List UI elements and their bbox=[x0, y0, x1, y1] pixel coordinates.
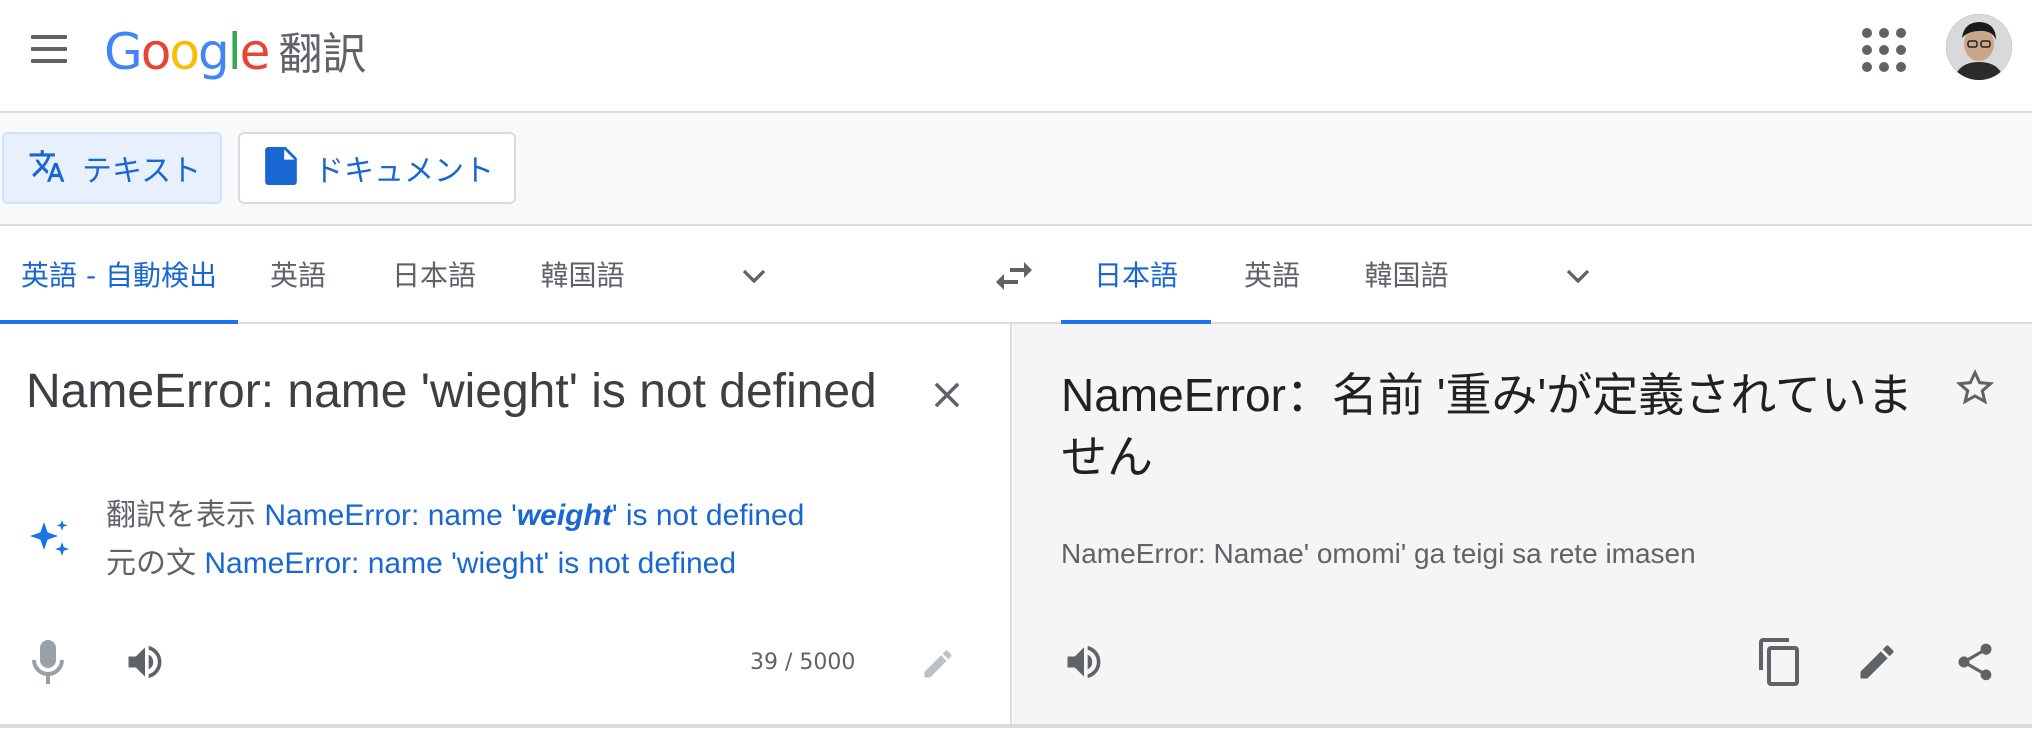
logo-letter: g bbox=[197, 23, 230, 81]
logo-letter: e bbox=[239, 23, 271, 81]
sparkle-icon bbox=[26, 516, 74, 564]
suggestion-pre: NameError: name ' bbox=[264, 499, 517, 532]
logo-letter: l bbox=[227, 23, 242, 81]
translation-output: NameError：名前 '重み'が定義されていません bbox=[1061, 369, 1913, 483]
source-lang-tab-detect[interactable]: 英語 - 自動検出 bbox=[0, 226, 238, 324]
target-lang-tab-japanese[interactable]: 日本語 bbox=[1061, 226, 1211, 324]
logo-letter: G bbox=[104, 23, 143, 81]
google-translate-logo[interactable]: G o o g l e 翻訳 bbox=[104, 18, 366, 81]
document-icon bbox=[264, 147, 298, 189]
product-name: 翻訳 bbox=[278, 29, 367, 80]
top-app-bar: G o o g l e 翻訳 bbox=[0, 0, 2032, 113]
target-lang-tab-english[interactable]: 英語 bbox=[1222, 226, 1322, 322]
menu-icon[interactable] bbox=[28, 30, 72, 70]
text-mode-button[interactable]: テキスト bbox=[2, 132, 222, 204]
original-text-link[interactable]: NameError: name 'wieght' is not defined bbox=[204, 547, 736, 580]
spelling-suggestion: 翻訳を表示 NameError: name 'weight' is not de… bbox=[106, 492, 804, 588]
copy-translation-icon[interactable] bbox=[1759, 638, 1801, 686]
target-lang-tab-korean[interactable]: 韓国語 bbox=[1344, 226, 1469, 322]
source-lang-more-chevron-icon[interactable] bbox=[734, 256, 774, 296]
logo-letter: o bbox=[169, 23, 200, 81]
transliteration-text: NameError: Namae' omomi' ga teigi sa ret… bbox=[1061, 538, 1696, 569]
microphone-icon[interactable] bbox=[30, 638, 66, 686]
edit-translation-pencil-icon[interactable] bbox=[1855, 640, 1899, 684]
clear-text-icon[interactable] bbox=[928, 376, 966, 414]
user-avatar[interactable] bbox=[1946, 14, 2012, 80]
suggestion-prefix: 翻訳を表示 bbox=[106, 499, 256, 532]
bottom-divider bbox=[0, 724, 2032, 728]
apps-grid-icon[interactable] bbox=[1862, 28, 1906, 72]
source-lang-tab-korean[interactable]: 韓国語 bbox=[520, 226, 645, 322]
suggestion-link[interactable]: NameError: name 'weight' is not defined bbox=[264, 499, 804, 532]
language-bar: 英語 - 自動検出 英語 日本語 韓国語 日本語 英語 韓国語 bbox=[0, 226, 2032, 324]
share-icon[interactable] bbox=[1953, 640, 1997, 684]
listen-translation-speaker-icon[interactable] bbox=[1061, 640, 1107, 684]
source-text-input[interactable]: NameError: name 'wieght' is not defined bbox=[26, 364, 906, 419]
suggestion-bold: weight bbox=[516, 499, 612, 532]
source-lang-tab-english[interactable]: 英語 bbox=[248, 226, 348, 322]
text-mode-label: テキスト bbox=[82, 154, 202, 189]
listen-source-speaker-icon[interactable] bbox=[122, 640, 168, 684]
target-lang-more-chevron-icon[interactable] bbox=[1558, 256, 1598, 296]
source-pane: NameError: name 'wieght' is not defined … bbox=[0, 324, 1012, 726]
translate-icon bbox=[28, 147, 66, 189]
original-prefix: 元の文 bbox=[106, 547, 196, 580]
suggestion-post: ' is not defined bbox=[611, 499, 805, 532]
source-lang-tab-japanese[interactable]: 日本語 bbox=[374, 226, 494, 322]
save-translation-star-icon[interactable] bbox=[1955, 368, 1995, 408]
handwriting-pencil-icon[interactable] bbox=[920, 646, 956, 682]
character-count: 39 / 5000 bbox=[750, 650, 856, 675]
original-line: 元の文 NameError: name 'wieght' is not defi… bbox=[106, 540, 804, 588]
suggestion-line: 翻訳を表示 NameError: name 'weight' is not de… bbox=[106, 492, 804, 540]
swap-languages-icon[interactable] bbox=[990, 254, 1038, 298]
document-mode-label: ドキュメント bbox=[314, 154, 494, 189]
target-pane: NameError：名前 '重み'が定義されていません NameError: N… bbox=[1013, 324, 2032, 726]
mode-bar: テキスト ドキュメント bbox=[0, 113, 2032, 226]
document-mode-button[interactable]: ドキュメント bbox=[238, 132, 516, 204]
logo-letter: o bbox=[140, 23, 172, 81]
